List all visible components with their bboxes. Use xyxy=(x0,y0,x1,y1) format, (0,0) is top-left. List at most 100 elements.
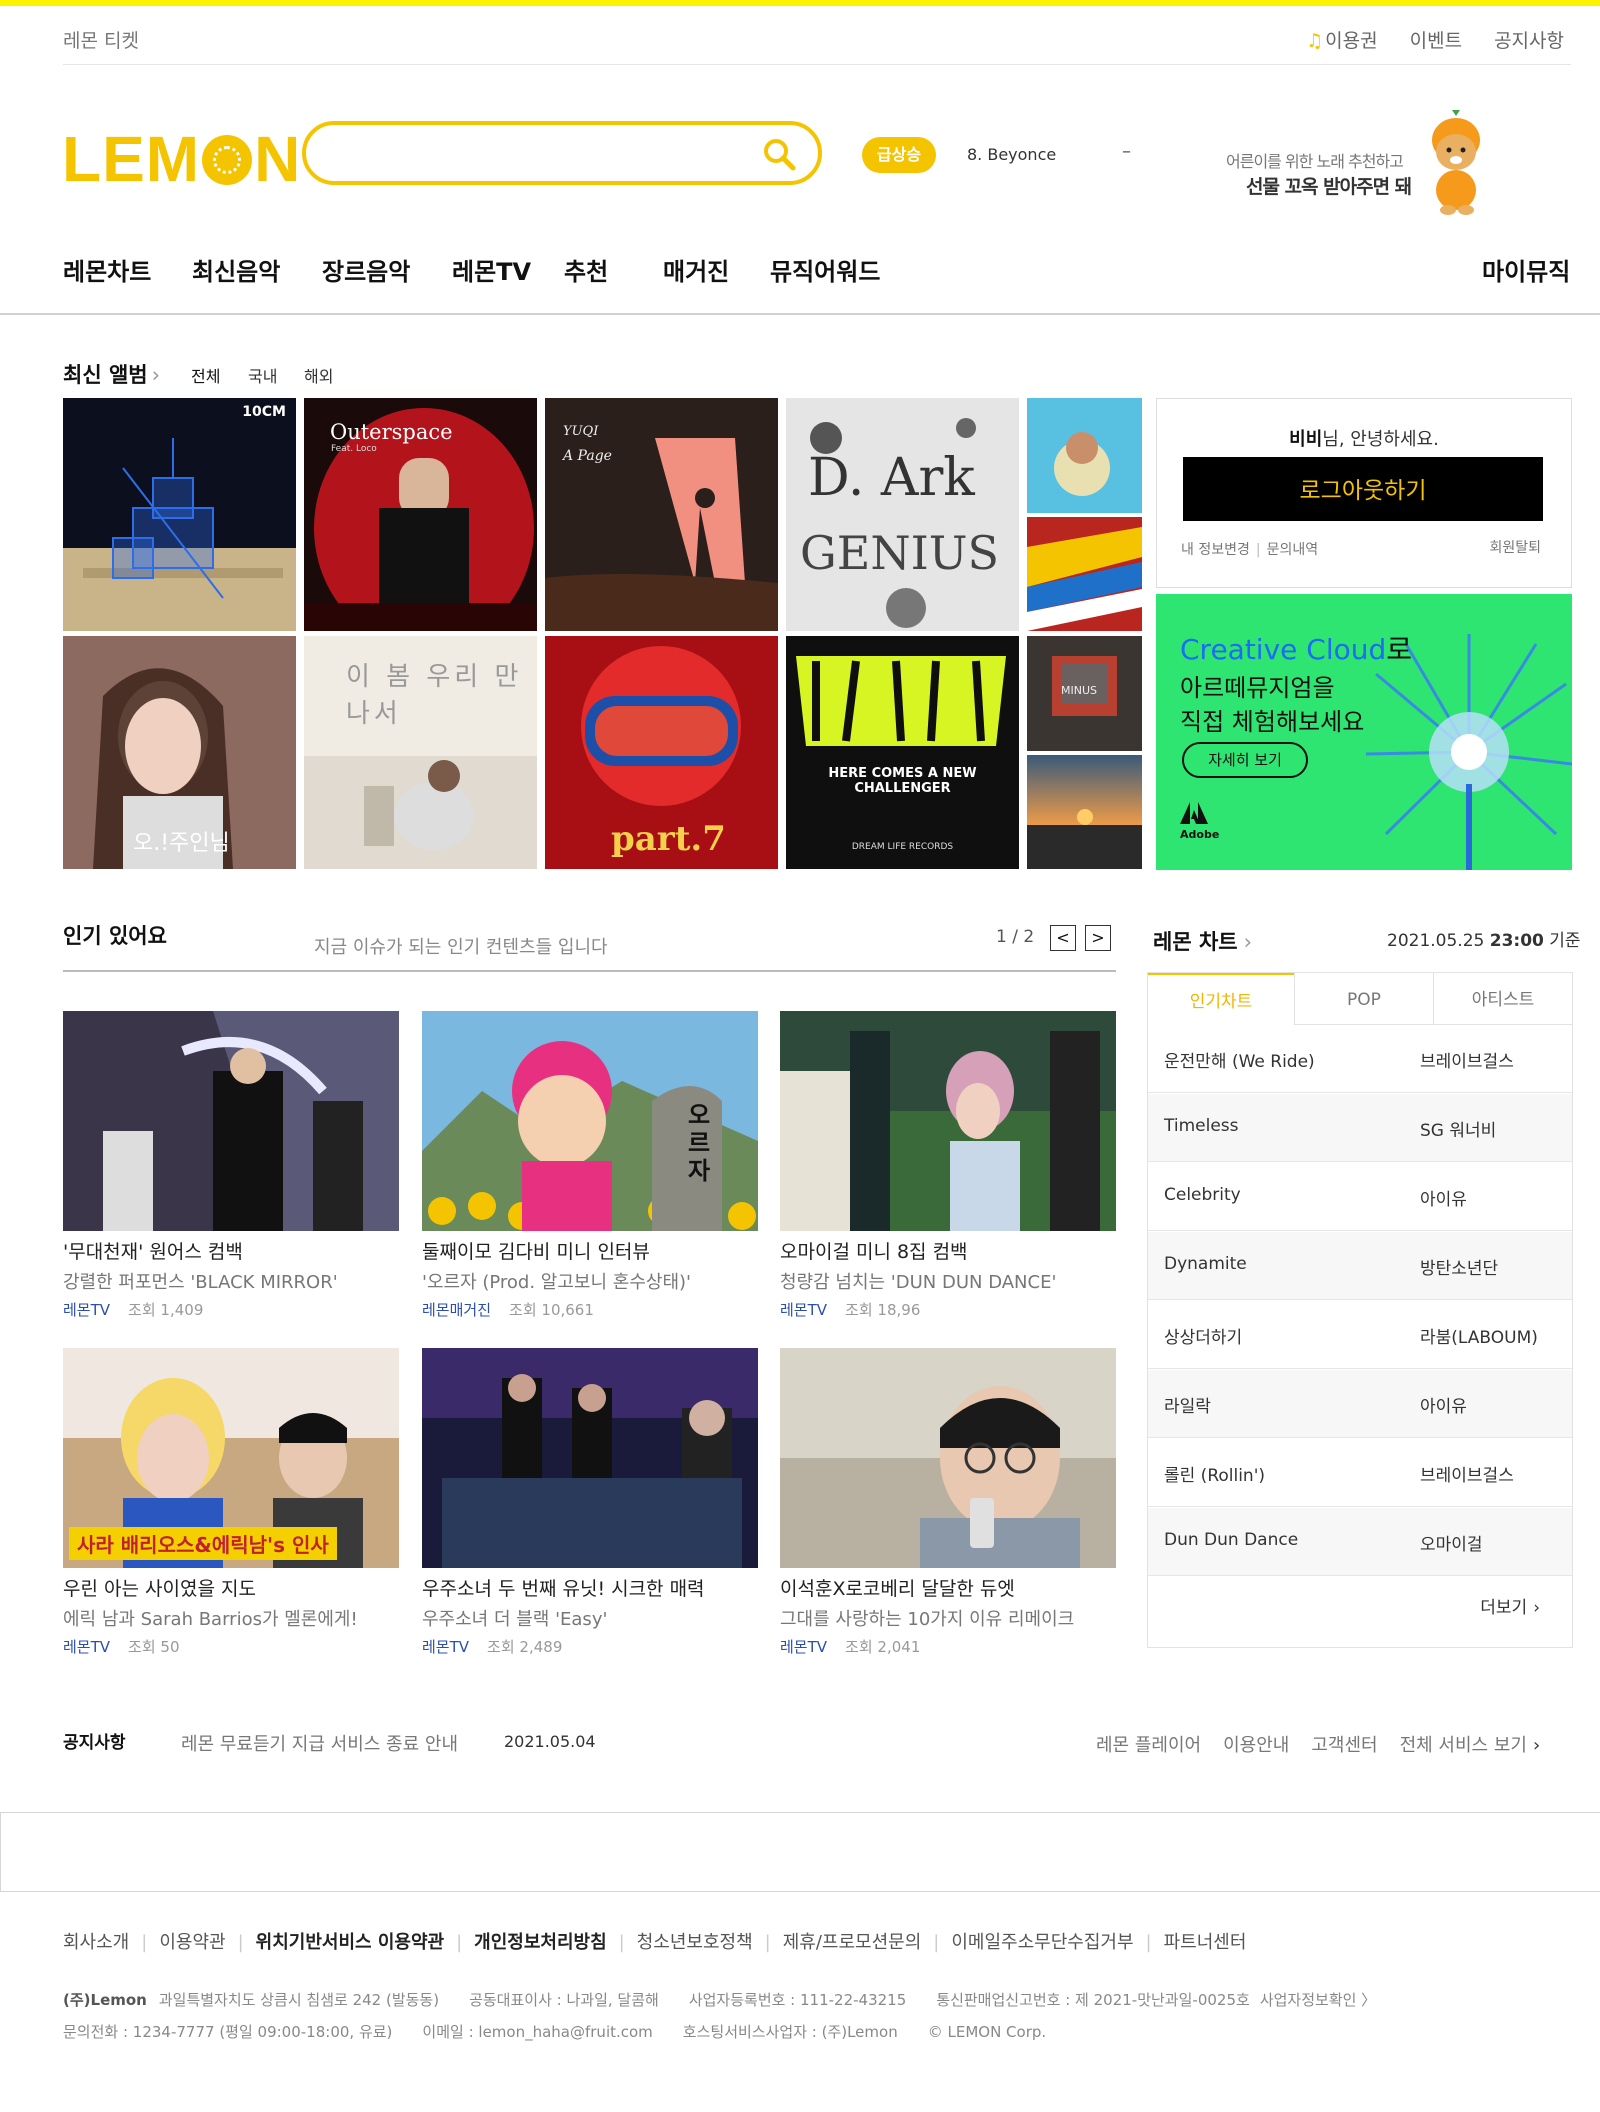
inquiry-link[interactable]: 문의내역 xyxy=(1267,542,1319,558)
card-source[interactable]: 레몬TV xyxy=(780,1301,827,1319)
song-title[interactable]: 운전만해 (We Ride) xyxy=(1164,1047,1315,1072)
withdraw-link[interactable]: 회원탈퇴 xyxy=(1489,537,1541,557)
card-title[interactable]: 오마이걸 미니 8집 컴백 xyxy=(780,1237,1116,1264)
biz-info-link[interactable]: 사업자정보확인 〉 xyxy=(1260,1991,1376,2009)
nav-recommend[interactable]: 추천 xyxy=(564,252,608,287)
content-card[interactable]: 우주소녀 두 번째 유닛! 시크한 매력 우주소녀 더 블랙 'Easy' 레몬… xyxy=(422,1348,758,1657)
latest-albums-title[interactable]: 최신 앨범 › xyxy=(63,359,160,389)
album-cover[interactable]: YUQI A Page xyxy=(545,398,778,631)
lemon-logo[interactable]: LEM N xyxy=(62,122,301,196)
content-card[interactable]: 오르자 둘째이모 김다비 미니 인터뷰 '오르자 (Prod. 알고보니 혼수상… xyxy=(422,1011,758,1320)
artist-name[interactable]: 오마이걸 xyxy=(1420,1530,1483,1555)
album-cover[interactable]: D. Ark GENIUS xyxy=(786,398,1019,631)
content-card[interactable]: 이석훈X로코베리 달달한 듀엣 그대를 사랑하는 10가지 이유 리메이크 레몬… xyxy=(780,1348,1116,1657)
card-source[interactable]: 레몬매거진 xyxy=(422,1301,491,1319)
player-link[interactable]: 레몬 플레이어 xyxy=(1096,1735,1201,1756)
song-title[interactable]: Timeless xyxy=(1164,1116,1239,1136)
card-source[interactable]: 레몬TV xyxy=(63,1638,110,1656)
chart-row[interactable]: Timeless SG 워너비 xyxy=(1148,1094,1572,1162)
nav-latest-music[interactable]: 최신음악 xyxy=(192,252,280,287)
notice-text[interactable]: 레몬 무료듣기 지급 서비스 종료 안내 xyxy=(181,1730,458,1756)
footer-link-email-refusal[interactable]: 이메일주소무단수집거부 xyxy=(951,1932,1133,1953)
chart-row[interactable]: 라일락 아이유 xyxy=(1148,1370,1572,1438)
content-card[interactable]: 사라 배리오스&에릭남's 인사 우린 아는 사이였을 지도 에릭 남과 Sar… xyxy=(63,1348,399,1657)
artist-name[interactable]: 브레이브걸스 xyxy=(1420,1461,1514,1486)
nav-lemon-chart[interactable]: 레몬차트 xyxy=(63,252,151,287)
card-thumbnail[interactable]: 오르자 xyxy=(422,1011,758,1231)
card-title[interactable]: 우린 아는 사이였을 지도 xyxy=(63,1574,399,1601)
nav-lemon-tv[interactable]: 레몬TV xyxy=(452,252,531,287)
filter-all[interactable]: 전체 xyxy=(191,363,220,387)
album-cover[interactable]: 오.!주인님 xyxy=(63,636,296,869)
nav-magazine[interactable]: 매거진 xyxy=(663,252,729,287)
artist-name[interactable]: 아이유 xyxy=(1420,1185,1467,1210)
card-subtitle[interactable]: 강렬한 퍼포먼스 'BLACK MIRROR' xyxy=(63,1268,399,1294)
pass-link[interactable]: ♫ 이용권 xyxy=(1306,30,1378,52)
content-card[interactable]: '무대천재' 원어스 컴백 강렬한 퍼포먼스 'BLACK MIRROR' 레몬… xyxy=(63,1011,399,1320)
chart-row[interactable]: Celebrity 아이유 xyxy=(1148,1163,1572,1231)
ticket-link[interactable]: 레몬 티켓 xyxy=(63,26,139,53)
footer-link-partner-center[interactable]: 파트너센터 xyxy=(1164,1932,1247,1953)
lemon-chart-title[interactable]: 레몬 차트 › xyxy=(1153,926,1252,956)
logout-button[interactable]: 로그아웃하기 xyxy=(1183,457,1543,521)
artist-name[interactable]: 아이유 xyxy=(1420,1392,1467,1417)
song-title[interactable]: 롤린 (Rollin') xyxy=(1164,1461,1265,1486)
tab-artist[interactable]: 아티스트 xyxy=(1433,973,1572,1025)
album-cover-small[interactable] xyxy=(1027,398,1142,513)
search-icon[interactable] xyxy=(762,137,796,171)
album-cover[interactable]: HERE COMES A NEW CHALLENGER DREAM LIFE R… xyxy=(786,636,1019,869)
card-source[interactable]: 레몬TV xyxy=(780,1638,827,1656)
song-title[interactable]: Celebrity xyxy=(1164,1185,1241,1205)
ad-detail-button[interactable]: 자세히 보기 xyxy=(1182,742,1308,778)
chart-row[interactable]: 상상더하기 라붐(LABOUM) xyxy=(1148,1301,1572,1369)
chart-more-link[interactable]: 더보기 › xyxy=(1480,1593,1540,1618)
filter-overseas[interactable]: 해외 xyxy=(304,363,333,387)
promo-line-2[interactable]: 선물 꼬옥 받아주면 돼 xyxy=(1246,172,1412,199)
album-cover[interactable]: Outerspace Feat. Loco xyxy=(304,398,537,631)
song-title[interactable]: Dynamite xyxy=(1164,1254,1247,1274)
card-subtitle[interactable]: 그대를 사랑하는 10가지 이유 리메이크 xyxy=(780,1605,1116,1631)
song-title[interactable]: 라일락 xyxy=(1164,1392,1211,1417)
chart-row[interactable]: 운전만해 (We Ride) 브레이브걸스 xyxy=(1148,1025,1572,1093)
tab-pop[interactable]: POP xyxy=(1294,973,1433,1025)
tab-popular-chart[interactable]: 인기차트 xyxy=(1148,973,1294,1025)
chart-row[interactable]: Dynamite 방탄소년단 xyxy=(1148,1232,1572,1300)
notice-link[interactable]: 공지사항 xyxy=(1494,30,1564,52)
chart-row[interactable]: Dun Dun Dance 오마이걸 xyxy=(1148,1508,1572,1576)
ad-banner[interactable]: Creative Cloud로 아르떼뮤지엄을 직접 체험해보세요 자세히 보기… xyxy=(1156,594,1572,870)
card-thumbnail[interactable]: 사라 배리오스&에릭남's 인사 xyxy=(63,1348,399,1568)
card-source[interactable]: 레몬TV xyxy=(63,1301,110,1319)
card-subtitle[interactable]: 에릭 남과 Sarah Barrios가 멜론에게! xyxy=(63,1605,399,1631)
album-cover-small[interactable] xyxy=(1027,517,1142,631)
trending-item[interactable]: 8. Beyonce xyxy=(967,145,1056,164)
promo-line-1[interactable]: 어른이를 위한 노래 추천하고 xyxy=(1226,148,1404,172)
artist-name[interactable]: 브레이브걸스 xyxy=(1420,1047,1514,1072)
guide-link[interactable]: 이용안내 xyxy=(1223,1735,1289,1756)
support-link[interactable]: 고객센터 xyxy=(1311,1735,1377,1756)
artist-name[interactable]: SG 워너비 xyxy=(1420,1116,1496,1141)
card-subtitle[interactable]: 우주소녀 더 블랙 'Easy' xyxy=(422,1605,758,1631)
card-title[interactable]: 우주소녀 두 번째 유닛! 시크한 매력 xyxy=(422,1574,758,1601)
footer-link-location-terms[interactable]: 위치기반서비스 이용약관 xyxy=(256,1932,444,1953)
footer-link-company[interactable]: 회사소개 xyxy=(63,1932,129,1953)
footer-link-youth[interactable]: 청소년보호정책 xyxy=(637,1932,753,1953)
artist-name[interactable]: 방탄소년단 xyxy=(1420,1254,1498,1279)
album-cover-small[interactable] xyxy=(1027,755,1142,869)
card-title[interactable]: '무대천재' 원어스 컴백 xyxy=(63,1237,399,1264)
chart-row[interactable]: 롤린 (Rollin') 브레이브걸스 xyxy=(1148,1439,1572,1507)
footer-link-partnership[interactable]: 제휴/프로모션문의 xyxy=(783,1932,922,1953)
search-input[interactable] xyxy=(330,139,754,171)
next-button[interactable]: > xyxy=(1085,925,1111,951)
card-thumbnail[interactable] xyxy=(63,1011,399,1231)
content-card[interactable]: 오마이걸 미니 8집 컴백 청량감 넘치는 'DUN DUN DANCE' 레몬… xyxy=(780,1011,1116,1320)
edit-profile-link[interactable]: 내 정보변경 xyxy=(1181,542,1250,558)
album-cover[interactable]: 이 봄 우리 만나서 xyxy=(304,636,537,869)
nav-genre-music[interactable]: 장르음악 xyxy=(322,252,410,287)
card-thumbnail[interactable] xyxy=(780,1011,1116,1231)
song-title[interactable]: 상상더하기 xyxy=(1164,1323,1242,1348)
filter-domestic[interactable]: 국내 xyxy=(248,363,277,387)
album-cover[interactable]: 10CM xyxy=(63,398,296,631)
footer-link-privacy[interactable]: 개인정보처리방침 xyxy=(474,1932,606,1953)
event-link[interactable]: 이벤트 xyxy=(1410,30,1462,52)
footer-link-terms[interactable]: 이용약관 xyxy=(159,1932,225,1953)
